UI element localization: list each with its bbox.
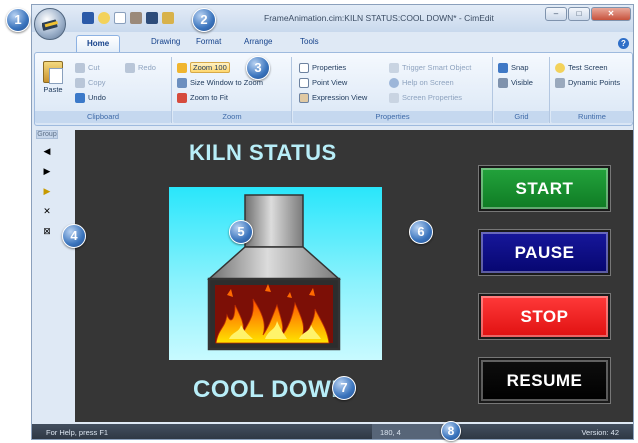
group-label-runtime: Runtime: [551, 111, 633, 123]
minimize-button[interactable]: –: [545, 7, 567, 21]
app-orb-icon: [42, 19, 58, 31]
group-zoom: Zoom 100 Size Window to Zoom Zoom to Fit…: [173, 57, 292, 123]
dynamic-points-button[interactable]: Dynamic Points: [555, 76, 620, 89]
start-button[interactable]: START: [479, 166, 610, 211]
callout-4: 4: [62, 224, 86, 248]
expression-view-button[interactable]: Expression View: [299, 91, 367, 104]
group-label-zoom: Zoom: [173, 111, 291, 123]
group-grid: Snap Visible Grid: [494, 57, 550, 123]
save-icon[interactable]: [82, 12, 94, 24]
kiln-illustration: [207, 194, 341, 351]
group-label-properties: Properties: [293, 111, 492, 123]
test-screen-button[interactable]: Test Screen: [555, 61, 608, 74]
tab-home[interactable]: Home: [76, 35, 121, 52]
tab-drawing[interactable]: Drawing: [151, 37, 180, 46]
redo-button[interactable]: Redo: [125, 61, 156, 74]
grid-visible-icon: [498, 77, 508, 88]
app-window: FrameAnimation.cim:KILN STATUS:COOL DOWN…: [31, 4, 634, 440]
bulb-icon: [555, 62, 565, 73]
close-button[interactable]: ✕: [591, 7, 631, 21]
paste-button[interactable]: Paste: [39, 61, 67, 105]
group-toolbar: Group ◀ ▶ ▶ ✕ ⊠: [36, 130, 58, 420]
tab-tools[interactable]: Tools: [300, 37, 319, 46]
right-arrow-icon[interactable]: ▶: [38, 163, 56, 179]
chimney: [244, 194, 304, 248]
window-title: FrameAnimation.cim:KILN STATUS:COOL DOWN…: [264, 13, 494, 23]
size-window-icon: [177, 77, 187, 88]
delete-icon[interactable]: ✕: [38, 203, 56, 219]
kiln-graphic[interactable]: [169, 187, 382, 360]
callout-1: 1: [6, 8, 30, 32]
status-bar: For Help, press F1 180, 4 Version: 42: [32, 424, 633, 439]
properties-button[interactable]: Properties: [299, 61, 346, 74]
trigger-icon: [389, 62, 399, 73]
help-icon[interactable]: ?: [618, 38, 629, 49]
play-star-icon[interactable]: ▶: [38, 183, 56, 199]
status-version: Version: 42: [581, 428, 619, 437]
callout-8: 8: [441, 421, 461, 441]
callout-2: 2: [192, 8, 216, 32]
snap-icon: [498, 62, 508, 73]
status-help-text: For Help, press F1: [46, 428, 109, 437]
callout-6: 6: [409, 220, 433, 244]
title-bar: FrameAnimation.cim:KILN STATUS:COOL DOWN…: [32, 5, 633, 32]
resume-button[interactable]: RESUME: [479, 358, 610, 403]
kiln-status-title: KILN STATUS: [189, 140, 337, 165]
stop-button[interactable]: STOP: [479, 294, 610, 339]
size-window-button[interactable]: Size Window to Zoom: [177, 76, 263, 89]
screen-properties-icon: [389, 92, 399, 103]
image-icon[interactable]: [162, 12, 174, 24]
maximize-button[interactable]: □: [568, 7, 590, 21]
group-properties: Properties Point View Expression View Tr…: [293, 57, 493, 123]
callout-3: 3: [246, 56, 270, 80]
trigger-smart-object-button[interactable]: Trigger Smart Object: [389, 61, 471, 74]
new-icon[interactable]: [114, 12, 126, 24]
cut-button[interactable]: Cut: [75, 61, 100, 74]
point-view-icon: [299, 77, 309, 88]
group-runtime: Test Screen Dynamic Points Runtime: [551, 57, 633, 123]
kiln-state-text: COOL DOWN: [193, 376, 350, 403]
copy-icon: [75, 77, 85, 88]
drawing-canvas[interactable]: KILN STATUS COOL DOWN START PAUSE STOP R…: [75, 130, 633, 422]
monitor-icon[interactable]: [146, 12, 158, 24]
redo-icon: [125, 62, 135, 73]
undo-button[interactable]: Undo: [75, 91, 106, 104]
undo-icon: [75, 92, 85, 103]
visible-toggle[interactable]: Visible: [498, 76, 533, 89]
bulb-icon[interactable]: [98, 12, 110, 24]
window-controls: – □ ✕: [545, 7, 631, 21]
print-icon[interactable]: [130, 12, 142, 24]
help-on-screen-icon: [389, 77, 399, 88]
callout-5: 5: [229, 220, 253, 244]
expression-view-icon: [299, 92, 309, 103]
left-arrow-icon[interactable]: ◀: [38, 143, 56, 159]
app-orb-button[interactable]: [34, 8, 66, 40]
copy-button[interactable]: Copy: [75, 76, 106, 89]
properties-icon: [299, 62, 309, 73]
pause-button[interactable]: PAUSE: [479, 230, 610, 275]
group-toolbar-label: Group: [36, 130, 58, 139]
screen-properties-button[interactable]: Screen Properties: [389, 91, 462, 104]
snap-toggle[interactable]: Snap: [498, 61, 529, 74]
ribbon-tabs: Home Drawing Format Arrange Tools ?: [32, 35, 633, 52]
help-on-screen-button[interactable]: Help on Screen: [389, 76, 454, 89]
zoom-icon: [177, 62, 187, 73]
callout-7: 7: [332, 376, 356, 400]
cut-icon: [75, 62, 85, 73]
quick-access-toolbar: [82, 12, 174, 24]
group-label-clipboard: Clipboard: [35, 111, 171, 123]
group-label-grid: Grid: [494, 111, 549, 123]
dynamic-points-icon: [555, 77, 565, 88]
paste-icon: [43, 61, 63, 84]
zoom-to-fit-button[interactable]: Zoom to Fit: [177, 91, 228, 104]
group-clipboard: Paste Cut Redo Copy Undo Clipboard: [35, 57, 172, 123]
point-view-button[interactable]: Point View: [299, 76, 347, 89]
kiln-hood: [207, 246, 341, 280]
ribbon: Paste Cut Redo Copy Undo Clipboard Zoom …: [34, 52, 633, 126]
tab-arrange[interactable]: Arrange: [244, 37, 272, 46]
tab-format[interactable]: Format: [196, 37, 221, 46]
zoom-to-fit-icon: [177, 92, 187, 103]
zoom-dropdown[interactable]: Zoom 100: [177, 61, 230, 74]
box-icon[interactable]: ⊠: [38, 223, 56, 239]
